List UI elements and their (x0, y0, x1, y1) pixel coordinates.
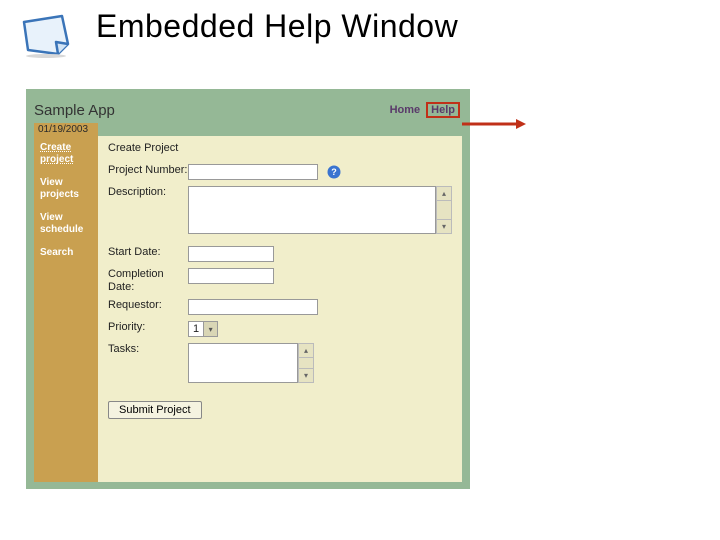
label-priority: Priority: (108, 321, 188, 334)
scrollbar[interactable]: ▴ ▾ (436, 186, 452, 234)
input-description[interactable] (188, 186, 436, 234)
scroll-up-icon[interactable]: ▴ (437, 187, 451, 201)
scroll-down-icon[interactable]: ▾ (437, 219, 451, 233)
app-header: Sample App Home Help (34, 97, 462, 123)
select-priority-value: 1 (189, 323, 203, 335)
note-icon (18, 14, 74, 63)
help-bubble-icon[interactable]: ? (326, 164, 342, 180)
app-nav: Home Help (390, 102, 460, 118)
app-name: Sample App (34, 102, 115, 119)
main-panel: Create Project Project Number: ? Descrip… (98, 136, 462, 482)
sidebar-item-create-project[interactable]: Create project (40, 142, 92, 165)
callout-arrow-icon (462, 117, 526, 129)
sidebar-item-view-schedule[interactable]: View schedule (40, 212, 92, 235)
label-tasks: Tasks: (108, 343, 188, 356)
page-heading: Create Project (108, 142, 452, 154)
select-priority[interactable]: 1 ▾ (188, 321, 218, 337)
label-description: Description: (108, 186, 188, 199)
label-start-date: Start Date: (108, 246, 188, 259)
submit-button[interactable]: Submit Project (108, 401, 202, 419)
date-strip: 01/19/2003 (34, 123, 98, 136)
input-start-date[interactable] (188, 246, 274, 262)
sidebar: Create project View projects View schedu… (34, 136, 98, 482)
listbox-tasks[interactable] (188, 343, 298, 383)
scrollbar[interactable]: ▴ ▾ (298, 343, 314, 383)
slide-title: Embedded Help Window (96, 8, 458, 45)
input-completion-date[interactable] (188, 268, 274, 284)
app-frame: Sample App Home Help 01/19/2003 Create p… (26, 89, 470, 489)
sidebar-item-view-projects[interactable]: View projects (40, 177, 92, 200)
scroll-down-icon[interactable]: ▾ (299, 368, 313, 382)
svg-text:?: ? (331, 167, 337, 177)
input-requestor[interactable] (188, 299, 318, 315)
label-project-number: Project Number: (108, 164, 188, 177)
input-project-number[interactable] (188, 164, 318, 180)
sidebar-item-search[interactable]: Search (40, 247, 92, 259)
nav-help-highlighted[interactable]: Help (426, 102, 460, 118)
label-completion-date: Completion Date: (108, 268, 188, 293)
label-requestor: Requestor: (108, 299, 188, 312)
scroll-up-icon[interactable]: ▴ (299, 344, 313, 358)
nav-home[interactable]: Home (390, 104, 421, 116)
chevron-down-icon: ▾ (203, 322, 217, 336)
